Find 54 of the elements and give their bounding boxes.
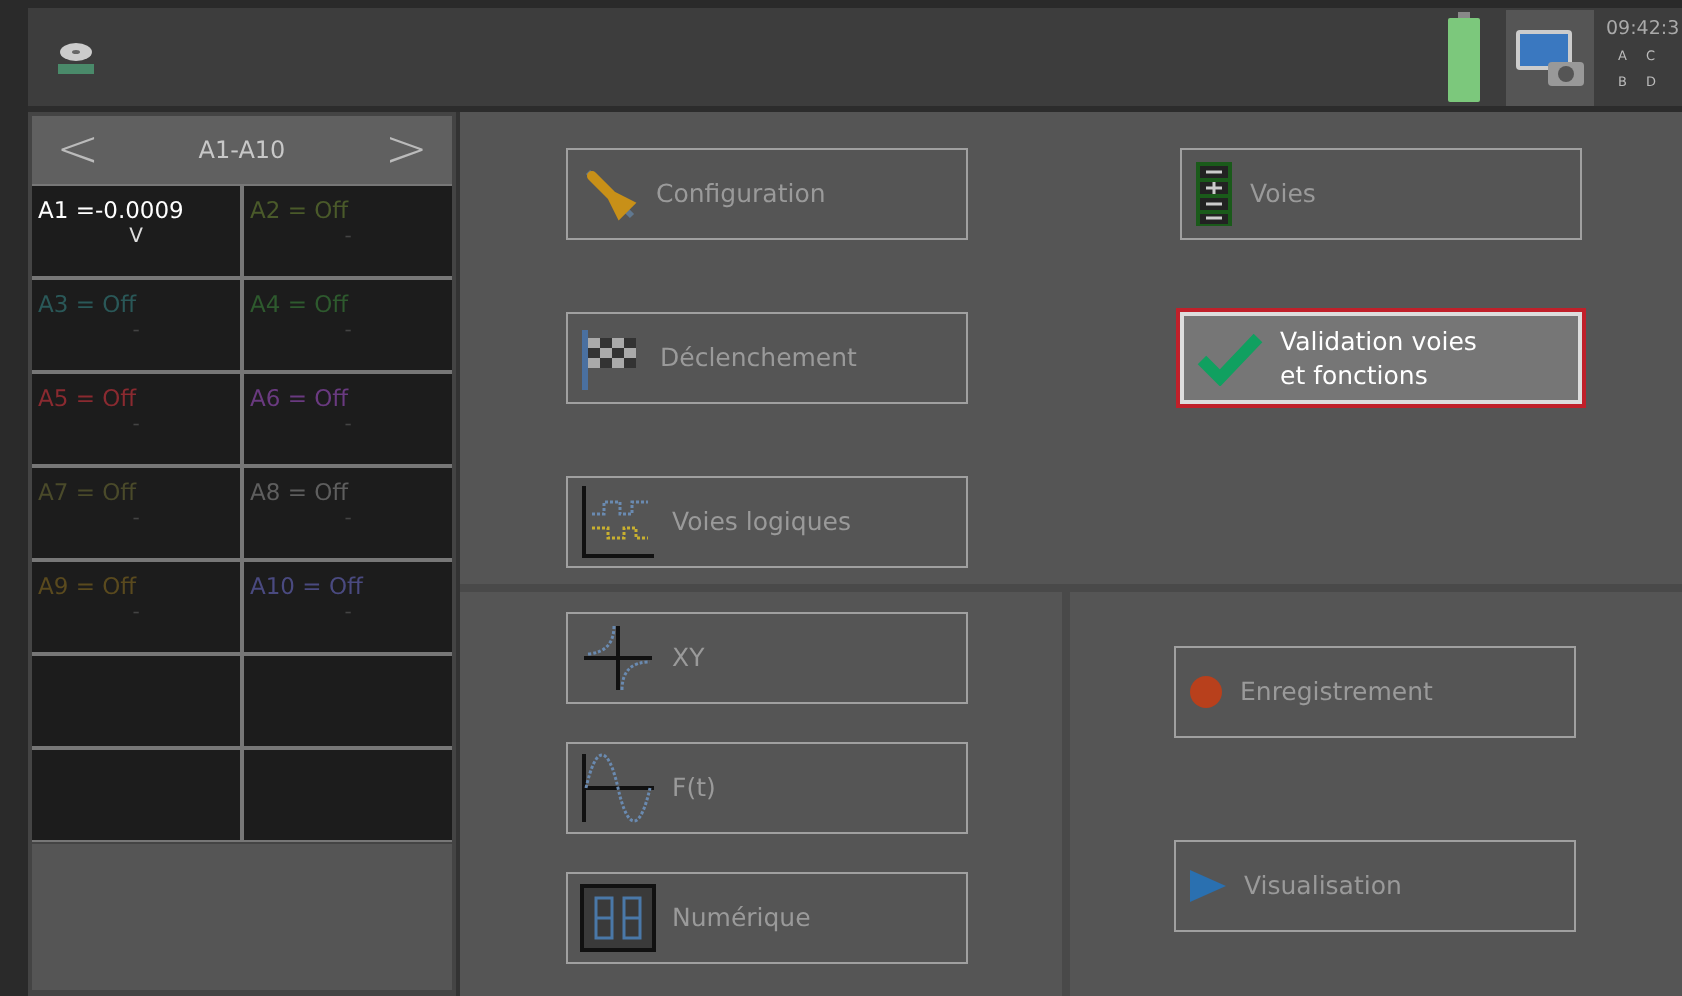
battery-icon: [1446, 11, 1482, 103]
channel-reading: A5 = Off: [38, 382, 139, 416]
channel-reading: A3 = Off: [38, 288, 139, 322]
channel-cell[interactable]: A6 = Off -: [244, 374, 452, 464]
menu-button[interactable]: XY: [566, 612, 968, 704]
channel-cell[interactable]: A4 = Off -: [244, 280, 452, 370]
channel-cell[interactable]: A10 = Off -: [244, 562, 452, 652]
seven-segment-icon: [580, 884, 656, 952]
drive-icon[interactable]: [56, 39, 96, 75]
channel-unit: -: [132, 510, 140, 531]
channel-unit: -: [132, 604, 140, 625]
channel-blocks-icon: [1194, 160, 1234, 228]
channel-reading: A4 = Off: [250, 288, 351, 322]
screen-camera-button[interactable]: [1506, 9, 1594, 105]
channel-reading: A6 = Off: [250, 382, 351, 416]
channel-reading: A1 =-0.0009: [38, 194, 186, 227]
channel-reading: A10 = Off: [250, 570, 366, 604]
channel-cell[interactable]: A5 = Off -: [32, 374, 240, 464]
channel-cell[interactable]: A8 = Off -: [244, 468, 452, 558]
channel-unit: -: [344, 416, 352, 437]
panel-title: A1-A10: [198, 134, 286, 168]
channel-unit: V: [129, 228, 143, 249]
menu-button[interactable]: Voies: [1180, 148, 1582, 240]
menu-button[interactable]: Visualisation: [1174, 840, 1576, 932]
menu-button[interactable]: Numérique: [566, 872, 968, 964]
previous-button[interactable]: <: [48, 124, 108, 176]
play-triangle-icon: [1188, 868, 1228, 904]
channel-unit: -: [132, 416, 140, 437]
logic-signal-icon: [580, 484, 656, 560]
channel-cell[interactable]: A9 = Off -: [32, 562, 240, 652]
monitor-camera-icon: [1512, 25, 1588, 89]
record-dot-icon: [1188, 674, 1224, 710]
channel-reading: A2 = Off: [250, 194, 351, 228]
channel-unit: -: [344, 510, 352, 531]
channel-reading: A8 = Off: [250, 476, 351, 510]
xy-axes-icon: [580, 622, 656, 694]
channel-cell[interactable]: A1 =-0.0009 V: [32, 186, 240, 276]
menu-button[interactable]: Validation voies et fonctions: [1180, 312, 1582, 404]
menu-button[interactable]: Configuration: [566, 148, 968, 240]
channel-reading: A9 = Off: [38, 570, 139, 604]
channel-cell[interactable]: A2 = Off -: [244, 186, 452, 276]
next-button[interactable]: >: [376, 124, 436, 176]
channel-unit: -: [344, 604, 352, 625]
menu-button[interactable]: Déclenchement: [566, 312, 968, 404]
menu-button[interactable]: F(t): [566, 742, 968, 834]
clock-time: 09:42:3: [1606, 16, 1682, 44]
menu-button[interactable]: Enregistrement: [1174, 646, 1576, 738]
channel-unit: -: [132, 322, 140, 343]
channel-unit: -: [344, 322, 352, 343]
sine-wave-icon: [580, 752, 656, 824]
checkmark-icon: [1196, 330, 1264, 386]
channel-cell[interactable]: A3 = Off -: [32, 280, 240, 370]
menu-button[interactable]: Voies logiques: [566, 476, 968, 568]
channel-unit: -: [344, 228, 352, 249]
